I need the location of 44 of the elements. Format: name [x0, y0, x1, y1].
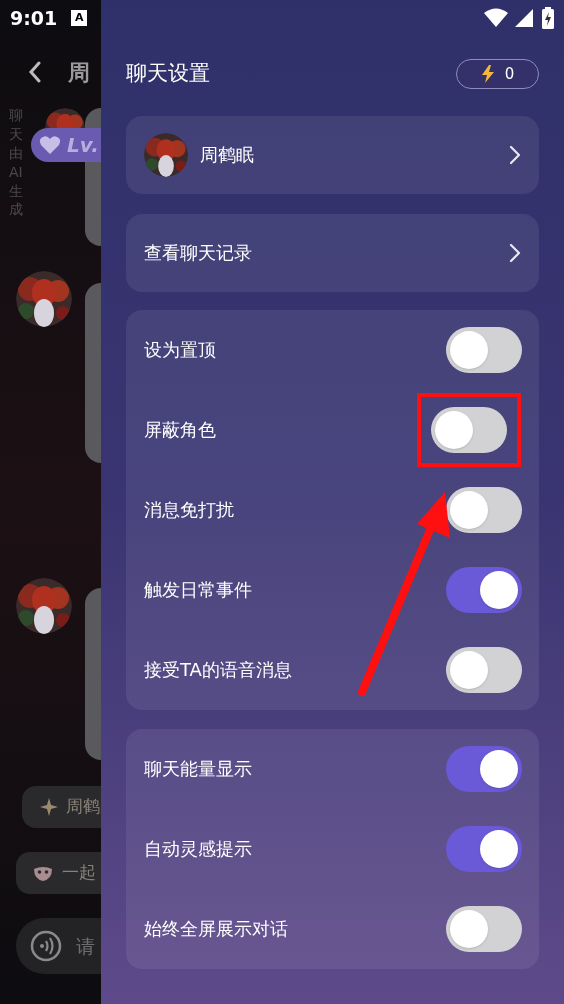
avatar — [16, 271, 72, 327]
notification-icon: A — [71, 10, 88, 26]
avatar — [144, 132, 188, 177]
toggle-switch[interactable] — [446, 825, 522, 872]
wifi-icon — [484, 8, 508, 28]
energy-badge[interactable]: 0 — [456, 58, 539, 89]
signal-icon — [514, 8, 534, 28]
ai-notice: 聊天由AI生成 — [9, 106, 23, 220]
message-field[interactable]: 请 — [76, 931, 101, 961]
voice-icon[interactable] — [30, 930, 62, 962]
profile-name: 周鹤眠 — [200, 143, 255, 167]
back-icon[interactable] — [28, 61, 42, 83]
chevron-right-icon — [509, 144, 521, 165]
setting-label: 触发日常事件 — [144, 578, 253, 602]
message-input[interactable]: 请 — [16, 918, 101, 974]
lightning-icon — [480, 64, 495, 83]
battery-icon — [542, 7, 554, 29]
toggle-switch[interactable] — [446, 326, 522, 373]
setting-label: 聊天能量显示 — [144, 757, 253, 781]
status-time: 9:01 — [10, 5, 58, 31]
history-row[interactable]: 查看聊天记录 — [126, 213, 539, 292]
setting-label: 始终全屏展示对话 — [144, 917, 289, 941]
heart-icon — [39, 135, 61, 155]
history-label: 查看聊天记录 — [144, 241, 253, 265]
drawer-title: 聊天设置 — [126, 60, 210, 87]
setting-label: 设为置顶 — [144, 338, 217, 362]
toggle-switch[interactable] — [446, 486, 522, 533]
toggle-switch[interactable] — [431, 406, 507, 453]
toggle-switch[interactable] — [446, 745, 522, 792]
suggestion-chip[interactable]: 周鹤 — [22, 786, 101, 828]
setting-label: 消息免打扰 — [144, 498, 235, 522]
sparkle-icon — [40, 798, 58, 816]
level-badge: Lv. — [31, 128, 101, 162]
setting-label: 接受TA的语音消息 — [144, 658, 293, 682]
toggle-switch[interactable] — [446, 566, 522, 613]
suggestion-chip[interactable]: 一起 — [16, 852, 101, 894]
profile-row[interactable]: 周鹤眠 — [126, 115, 539, 194]
setting-label: 屏蔽角色 — [144, 418, 217, 442]
chevron-right-icon — [509, 242, 521, 263]
toggle-switch[interactable] — [446, 646, 522, 693]
avatar — [16, 578, 72, 634]
chat-title: 周 — [68, 58, 90, 87]
toggle-switch[interactable] — [446, 905, 522, 952]
setting-label: 自动灵感提示 — [144, 837, 253, 861]
